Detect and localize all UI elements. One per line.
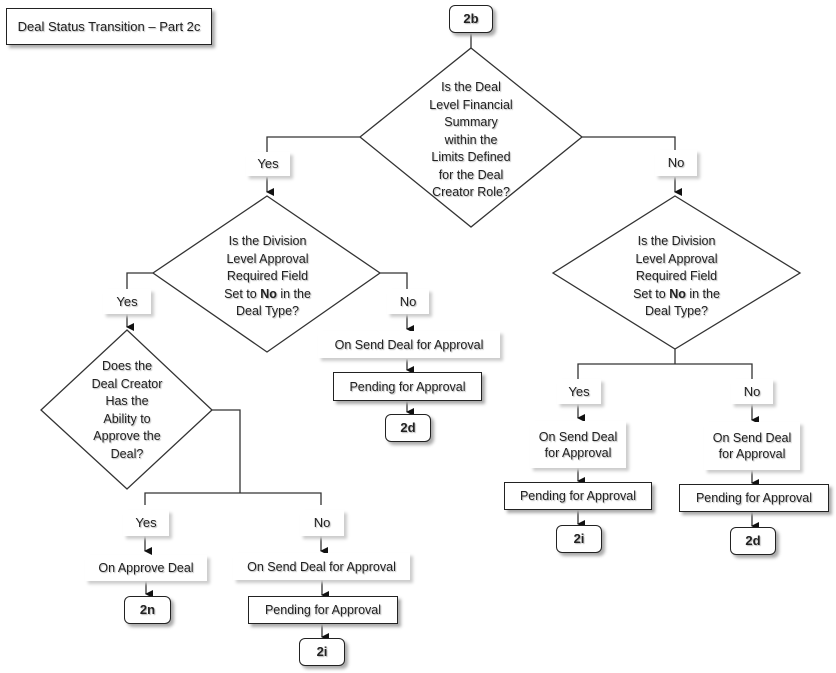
decision-3-text: Is the Division Level Approval Required … [614,233,739,321]
decision-1-line: Summary [444,115,498,129]
event-send-for-approval-right-1: On Send Deal for Approval [530,421,626,468]
label-d4-yes: Yes [123,510,169,536]
decision-2-line: Required Field [226,269,309,283]
decision-2-text-pre: Set to [224,286,261,301]
decision-2-text: Is the Division Level Approval Required … [205,233,330,321]
decision-1-line: for the Deal [438,167,504,182]
decision-4-text: Does the Deal Creator Has the Ability to… [77,358,177,463]
decision-1-line: Limits Defined [431,150,511,164]
decision-2-line: Level Approval [226,251,309,266]
decision-4-line: Does the [101,359,153,373]
edge-d4-split [144,492,322,505]
event-send-for-approval-left: On Send Deal for Approval [233,553,410,580]
decision-3-text-pre: Set to [633,286,670,301]
decision-4-line: Ability to [103,411,151,426]
connector-2i-left: 2i [299,638,345,666]
edge-d1-yes [266,136,360,152]
edge-d2-yes [126,272,153,290]
decision-3-line: Required Field [635,269,718,283]
connector-2i-right: 2i [556,525,602,553]
decision-2-text-bold: No [260,286,277,301]
connector-2d-right: 2d [730,527,776,555]
decision-1-line: Creator Role? [432,185,510,199]
decision-3-text-post: in the [685,286,720,301]
connector-2b: 2b [449,5,493,33]
decision-2-line: Is the Division [228,234,307,248]
label-d3-yes: Yes [557,379,601,404]
edge-d4-branch [212,409,241,493]
label-d2-yes: Yes [103,289,151,314]
state-pending-right-2: Pending for Approval [679,484,829,512]
event-send-for-approval-right-2: On Send Deal for Approval [704,422,800,470]
event-line: On Send Deal [712,431,792,445]
decision-3-line: Level Approval [635,251,718,266]
state-pending-left: Pending for Approval [248,596,398,624]
diagram-title: Deal Status Transition – Part 2c [6,8,212,45]
label-d1-no: No [655,150,697,176]
decision-4-line: Deal Creator [91,376,163,391]
decision-1-line: Level Financial [429,97,513,112]
connector-2n: 2n [124,596,171,624]
decision-2-line: Set to No in the [205,286,330,304]
edge-d2-no [380,272,408,290]
label-d4-no: No [300,510,344,536]
label-d2-no: No [387,289,429,314]
event-line: for Approval [718,447,786,461]
decision-2-text-post: in the [276,286,311,301]
decision-1-line: within the [444,132,498,147]
decision-4-line: Has the [105,394,149,408]
label-d3-no: No [731,379,773,404]
label-d1-yes: Yes [246,152,290,176]
decision-4-line: Approve the [93,429,161,443]
decision-1-text: Is the Deal Level Financial Summary with… [405,79,537,202]
event-send-for-approval-mid: On Send Deal for Approval [318,331,500,358]
decision-2-line: Deal Type? [235,304,299,318]
decision-3-line: Is the Division [637,234,716,248]
state-pending-mid: Pending for Approval [333,372,482,401]
decision-3-line: Set to No in the [614,286,739,304]
decision-3-line: Deal Type? [644,304,708,318]
state-pending-right-1: Pending for Approval [504,482,652,510]
connector-2d-mid: 2d [385,414,431,442]
decision-1-line: Is the Deal [441,80,501,94]
edge-d3-split [577,363,753,379]
decision-3-text-bold: No [669,286,686,301]
event-approve-deal: On Approve Deal [85,555,207,581]
event-line: On Send Deal [538,429,618,444]
decision-4-line: Deal? [110,446,144,461]
event-line: for Approval [544,445,612,460]
